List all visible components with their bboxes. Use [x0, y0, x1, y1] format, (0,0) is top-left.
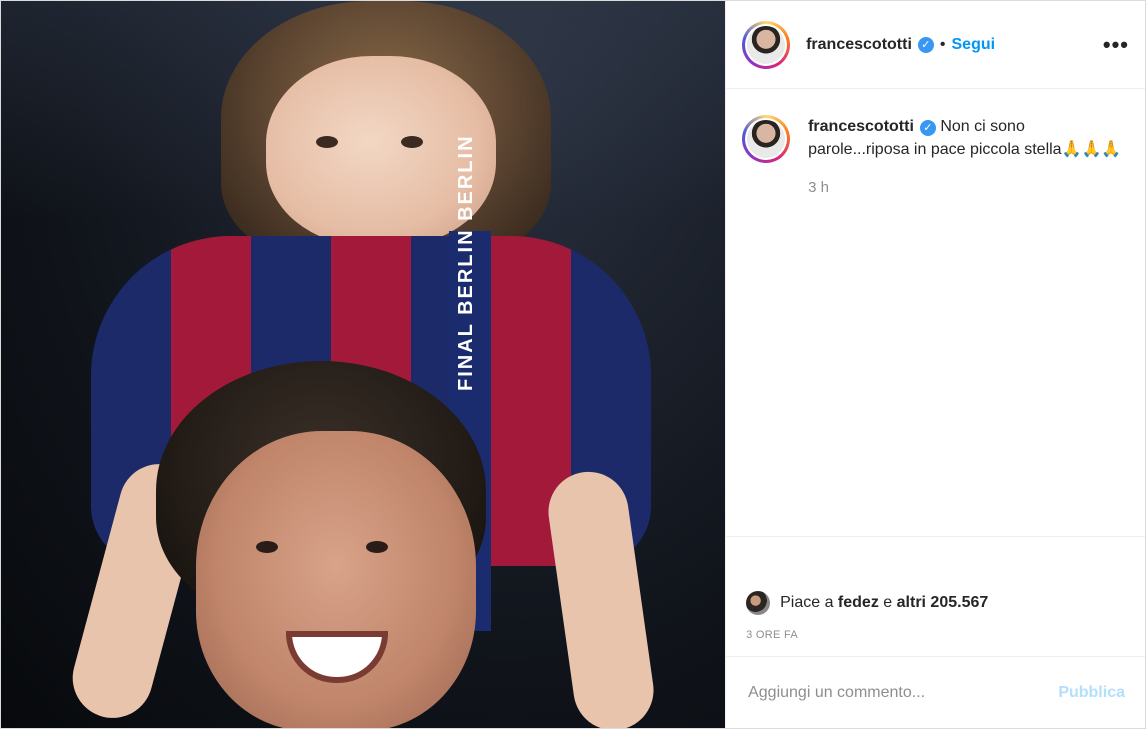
verified-badge-icon: ✓ — [919, 120, 936, 136]
header-username[interactable]: francescototti — [806, 36, 912, 54]
man-eye — [366, 541, 388, 553]
comments-section: francescototti ✓ Non ci sono parole...rip… — [726, 89, 1145, 536]
likes-prefix: Piace a — [780, 594, 834, 611]
liker-avatar — [746, 591, 771, 615]
avatar[interactable] — [742, 115, 791, 163]
follow-button[interactable]: Segui — [952, 36, 996, 54]
likes-others[interactable]: altri 205.567 — [897, 594, 989, 612]
more-options-icon[interactable]: ••• — [1103, 32, 1129, 58]
likes-joiner: e — [883, 594, 893, 611]
post-modal: FINAL BERLIN BERLIN francescototti ✓ • S… — [0, 0, 1146, 729]
lanyard-text: FINAL BERLIN BERLIN — [455, 134, 477, 391]
post-side-panel: francescototti ✓ • Segui ••• francescoto… — [725, 1, 1145, 728]
post-photo[interactable]: FINAL BERLIN BERLIN — [1, 1, 726, 728]
child-eye — [316, 136, 338, 148]
avatar[interactable] — [742, 20, 791, 69]
likes-section: Piace a fedez e altri 205.567 3 ORE FA — [726, 536, 1145, 656]
likes-summary[interactable]: Piace a fedez e altri 205.567 — [746, 591, 1125, 615]
separator-dot: • — [939, 35, 946, 53]
caption-username[interactable]: francescototti — [808, 118, 914, 135]
man-face — [196, 431, 476, 728]
profile-picture — [747, 25, 786, 64]
publish-button[interactable]: Pubblica — [1058, 684, 1125, 702]
child-eye — [401, 136, 423, 148]
comment-input[interactable] — [746, 682, 1059, 703]
profile-picture — [747, 120, 786, 158]
post-timestamp: 3 ORE FA — [746, 629, 799, 641]
caption-text-block: francescototti ✓ Non ci sono parole...rip… — [808, 115, 1129, 161]
caption-comment: francescototti ✓ Non ci sono parole...rip… — [742, 115, 1129, 163]
man-eye — [256, 541, 278, 553]
likes-user[interactable]: fedez — [838, 594, 879, 612]
caption-time[interactable]: 3 h — [808, 179, 1129, 196]
add-comment-bar: Pubblica — [726, 656, 1145, 728]
verified-badge-icon: ✓ — [917, 36, 934, 53]
post-header: francescototti ✓ • Segui ••• — [726, 1, 1145, 89]
